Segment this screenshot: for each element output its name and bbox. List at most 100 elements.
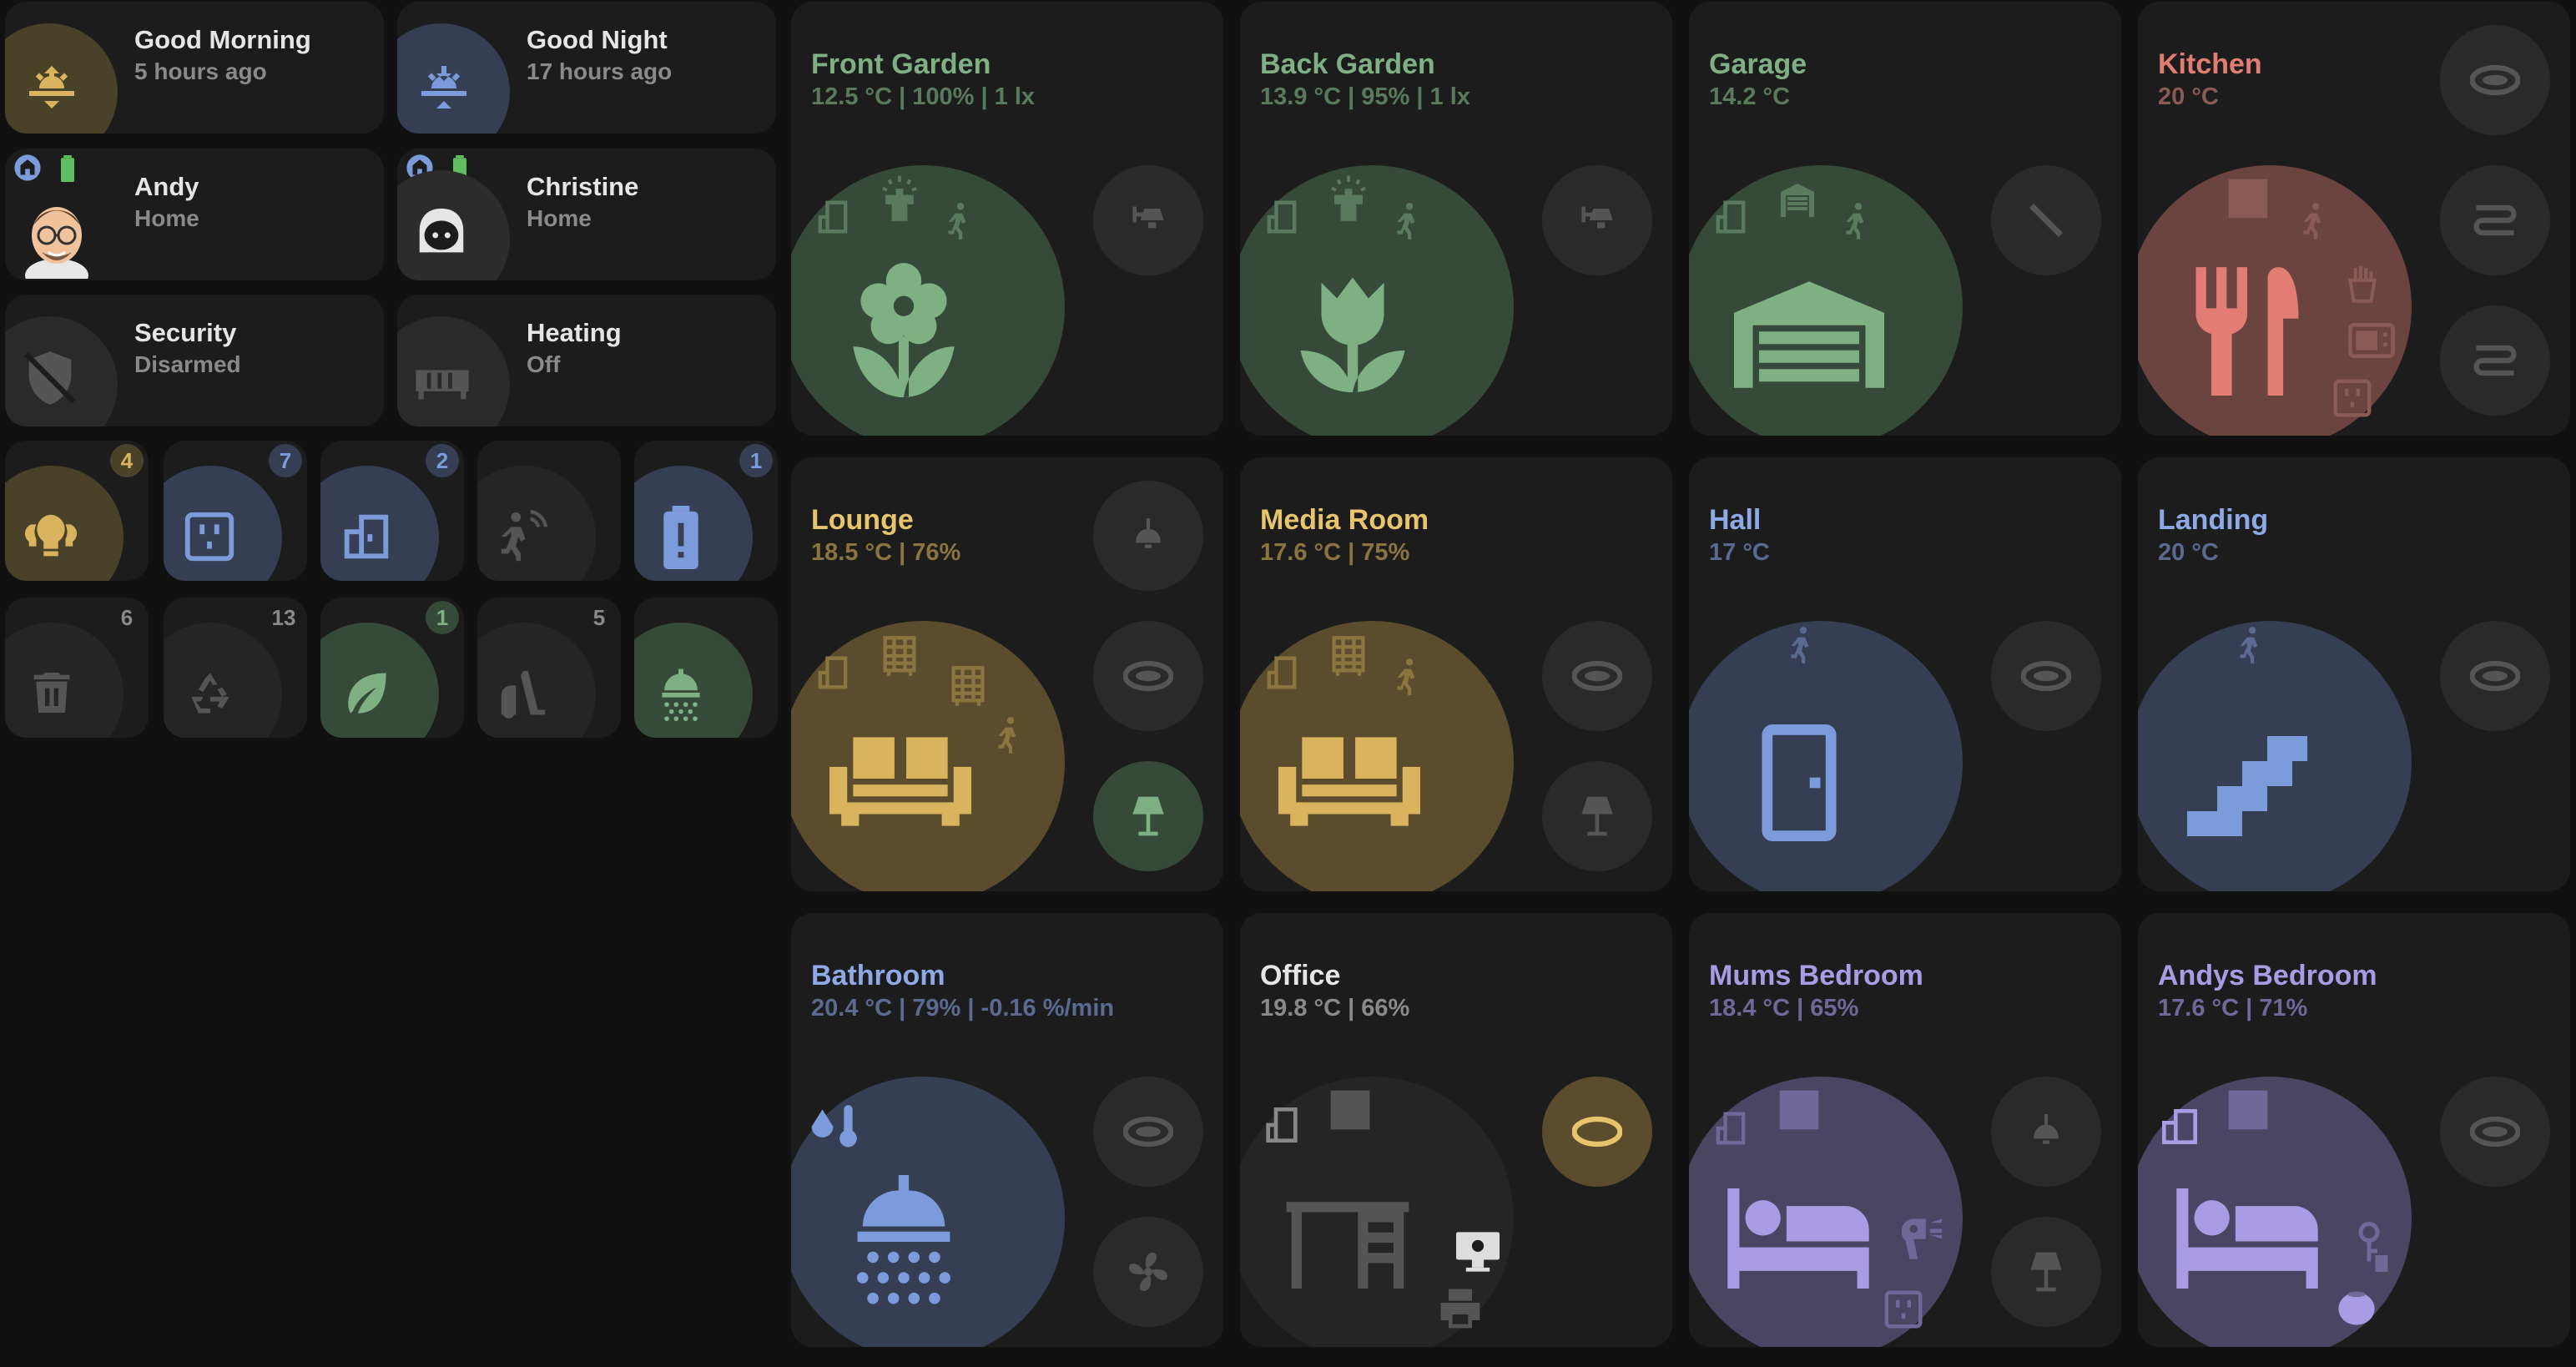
- landing-ceiling-light-button[interactable]: [2440, 621, 2550, 731]
- sunset-icon: [421, 66, 466, 108]
- door-icon: [818, 200, 848, 234]
- radiator-icon: [883, 636, 916, 676]
- counter-badge: 13: [271, 605, 296, 630]
- room-office[interactable]: Office 19.8 °C | 66%: [1240, 913, 1672, 1347]
- person-andy[interactable]: Andy Home: [5, 149, 384, 280]
- motion-icon: [1397, 203, 1415, 240]
- mums-pendant-button[interactable]: [1991, 1077, 2101, 1187]
- room-stats: 12.5 °C | 100% | 1 lx: [811, 83, 1036, 110]
- ceiling-light-icon: [2470, 64, 2520, 96]
- mums-lamp-button[interactable]: [1991, 1217, 2101, 1327]
- heating-card[interactable]: Heating Off: [397, 295, 776, 426]
- recycle-icon: [191, 673, 229, 714]
- andys-ceiling-light-button[interactable]: [2440, 1077, 2550, 1187]
- kitchen-strip-light-button-1[interactable]: [2440, 165, 2550, 275]
- media-lamp-button[interactable]: [1542, 761, 1652, 871]
- counter-doors[interactable]: 2: [320, 441, 464, 581]
- security-card[interactable]: Security Disarmed: [5, 295, 384, 426]
- motion-sensor-icon: [501, 509, 548, 562]
- room-name: Office: [1260, 960, 1341, 991]
- outdoor-light-button[interactable]: [1542, 165, 1652, 275]
- sunrise-icon: [29, 66, 74, 108]
- blind-icon: [1330, 1090, 1370, 1130]
- shield-off-icon: [24, 351, 76, 405]
- outdoor-light-button[interactable]: [1093, 165, 1203, 275]
- fan-icon: [1129, 1253, 1167, 1291]
- counter-motion[interactable]: [477, 441, 621, 581]
- room-name: Back Garden: [1260, 48, 1435, 80]
- scene-title: Good Morning: [134, 25, 311, 54]
- counter-battery[interactable]: 1: [634, 441, 778, 581]
- ceiling-light-icon: [2470, 1116, 2520, 1148]
- room-back-garden[interactable]: Back Garden 13.9 °C | 95% | 1 lx: [1240, 2, 1672, 436]
- scene-subtitle: 5 hours ago: [134, 58, 267, 84]
- room-name: Kitchen: [2158, 48, 2262, 80]
- room-bathroom[interactable]: Bathroom 20.4 °C | 79% | -0.16 %/min: [791, 913, 1223, 1347]
- blind-icon: [2228, 1090, 2268, 1130]
- lounge-lamp-button[interactable]: [1093, 761, 1203, 871]
- counter-recycling[interactable]: 13: [164, 598, 307, 738]
- counter-badge: 1: [426, 601, 459, 634]
- room-stats: 17 °C: [1709, 539, 1770, 566]
- motion-icon: [1791, 627, 1809, 663]
- room-media-room[interactable]: Media Room 17.6 °C | 75%: [1240, 457, 1672, 891]
- stairs-icon: [2187, 736, 2307, 836]
- door-icon: [1267, 200, 1297, 234]
- room-lounge[interactable]: Lounge 18.5 °C | 76%: [791, 457, 1223, 891]
- scene-good-morning[interactable]: Good Morning 5 hours ago: [5, 2, 384, 134]
- counter-badge: 2: [426, 444, 459, 477]
- garage-light-button[interactable]: [1991, 165, 2101, 275]
- motion-icon: [2303, 203, 2321, 240]
- person-christine[interactable]: Christine Home: [397, 149, 776, 280]
- door-icon: [818, 656, 848, 689]
- room-andys-bedroom[interactable]: Andys Bedroom 17.6 °C | 71%: [2138, 913, 2570, 1347]
- status-subtitle: Disarmed: [134, 351, 241, 377]
- status-title: Security: [134, 318, 237, 347]
- counter-garden-waste[interactable]: 1: [320, 598, 464, 738]
- room-garage[interactable]: Garage 14.2 °C: [1689, 2, 2121, 436]
- door-icon: [1716, 200, 1746, 234]
- tube-light-icon: [2029, 204, 2063, 237]
- radiator-icon: [951, 666, 985, 706]
- avatar-christine: [419, 208, 464, 253]
- office-ceiling-light-button[interactable]: [1542, 1077, 1652, 1187]
- room-stats: 20 °C: [2158, 83, 2219, 110]
- counter-bin[interactable]: 6: [5, 598, 149, 738]
- lounge-pendant-button[interactable]: [1093, 481, 1203, 591]
- scene-good-night[interactable]: Good Night 17 hours ago: [397, 2, 776, 134]
- media-ceiling-light-button[interactable]: [1542, 621, 1652, 731]
- room-front-garden[interactable]: Front Garden 12.5 °C | 100% | 1 lx: [791, 2, 1223, 436]
- room-stats: 13.9 °C | 95% | 1 lx: [1260, 83, 1470, 110]
- lounge-ceiling-light-button[interactable]: [1093, 621, 1203, 731]
- shower-icon: [662, 668, 700, 721]
- sprinkler-icon: [1331, 175, 1366, 221]
- counter-sockets[interactable]: 7: [164, 441, 307, 581]
- room-landing[interactable]: Landing 20 °C: [2138, 457, 2570, 891]
- bathroom-ceiling-light-button[interactable]: [1093, 1077, 1203, 1187]
- motion-icon: [1846, 203, 1864, 240]
- counter-badge: 5: [592, 605, 606, 630]
- cutlery-icon: [2195, 267, 2299, 396]
- counter-lights[interactable]: 4: [5, 441, 149, 581]
- room-mums-bedroom[interactable]: Mums Bedroom 18.4 °C | 65%: [1689, 913, 2121, 1347]
- bed-icon: [2176, 1188, 2318, 1289]
- counter-vacuum[interactable]: 5: [477, 598, 621, 738]
- counter-badge: 6: [120, 605, 134, 630]
- door-icon: [1762, 724, 1837, 841]
- ceiling-light-icon: [1123, 660, 1173, 692]
- key-lock-icon: [2358, 1222, 2388, 1272]
- room-stats: 18.4 °C | 65%: [1709, 995, 1859, 1021]
- kitchen-strip-light-button-2[interactable]: [2440, 305, 2550, 416]
- door-open-icon: [344, 514, 389, 559]
- counter-shower[interactable]: [634, 598, 778, 738]
- hall-ceiling-light-button[interactable]: [1991, 621, 2101, 731]
- desk-icon: [1286, 1202, 1409, 1289]
- room-stats: 19.8 °C | 66%: [1260, 995, 1410, 1021]
- room-hall[interactable]: Hall 17 °C: [1689, 457, 2121, 891]
- bathroom-fan-button[interactable]: [1093, 1217, 1203, 1327]
- counter-badge: 4: [110, 444, 144, 477]
- flower-icon: [853, 263, 955, 397]
- room-kitchen[interactable]: Kitchen 20 °C: [2138, 2, 2570, 436]
- ceiling-light-icon: [1572, 660, 1622, 692]
- kitchen-ceiling-light-button[interactable]: [2440, 25, 2550, 135]
